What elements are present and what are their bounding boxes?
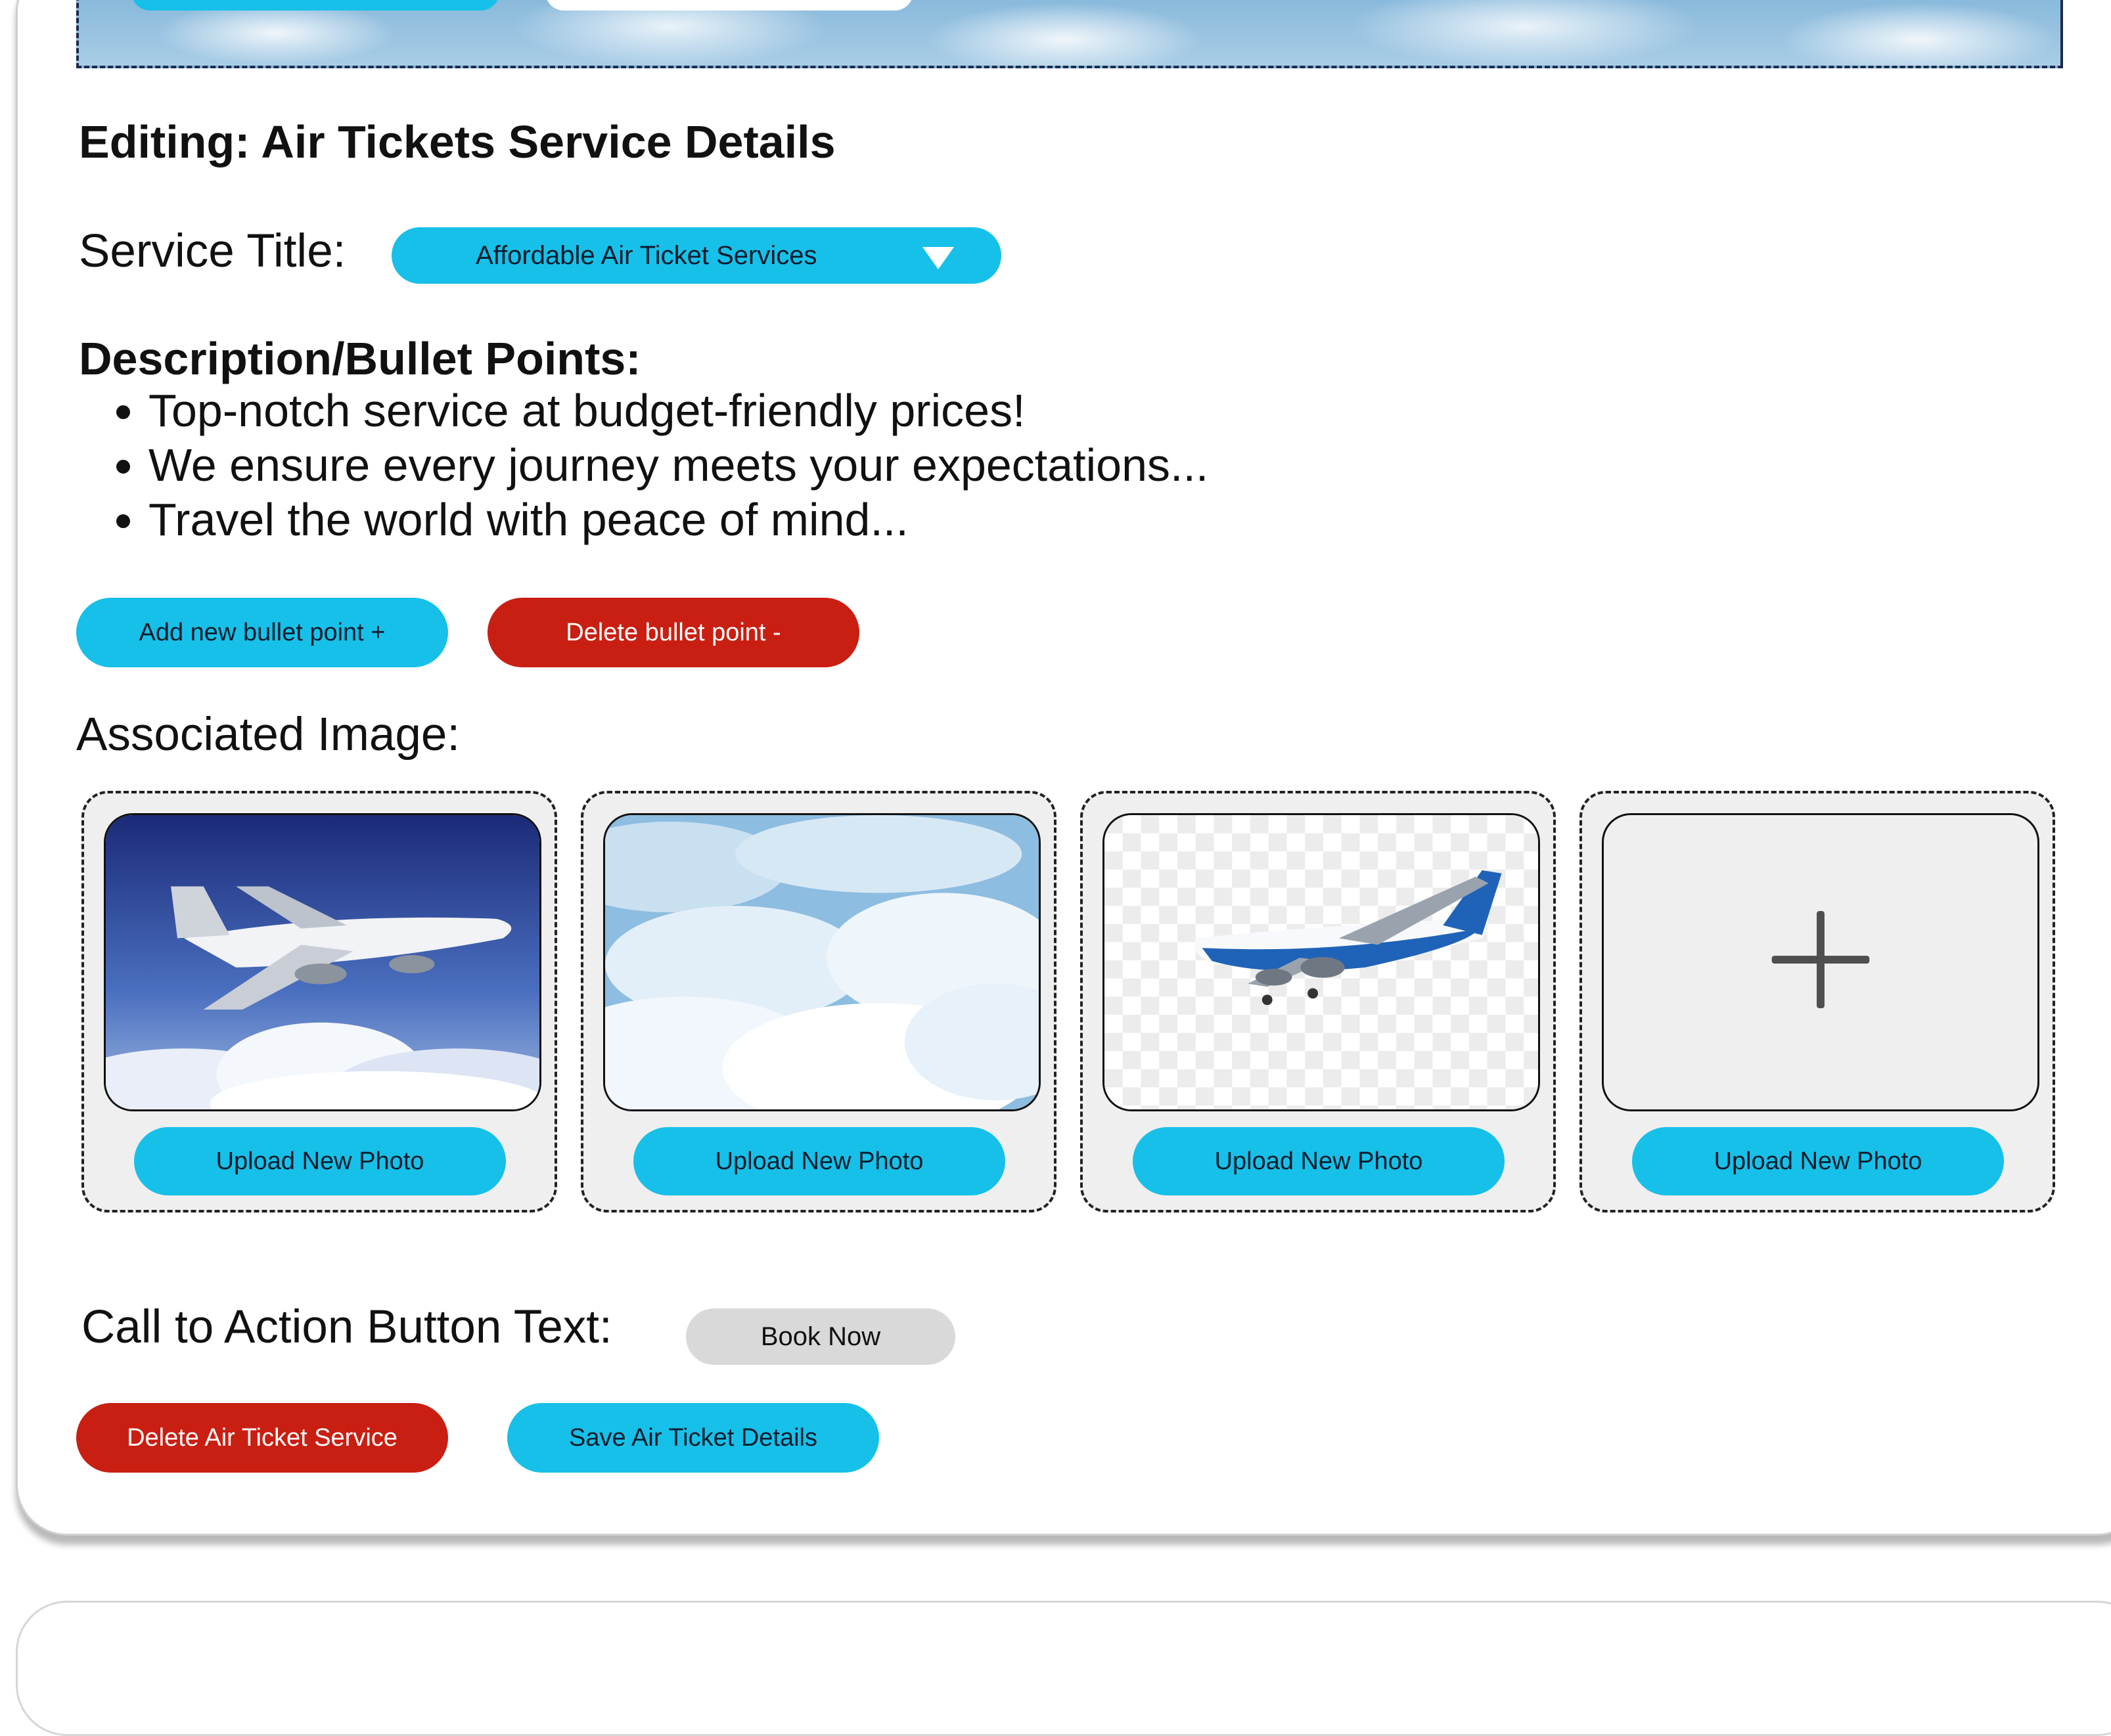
upload-photo-button[interactable]: Upload New Photo [1133,1127,1505,1195]
service-title-label: Service Title: [79,225,346,277]
banner-primary-button[interactable] [131,0,499,11]
list-item[interactable]: Travel the world with peace of mind... [148,493,1208,547]
save-service-button[interactable]: Save Air Ticket Details [507,1403,879,1473]
banner-secondary-button[interactable] [545,0,913,11]
image-slot: Upload New Photo [1080,791,1556,1213]
image-slot: Upload New Photo [581,791,1056,1213]
upload-photo-button[interactable]: Upload New Photo [134,1127,506,1195]
clouds-image[interactable] [603,813,1041,1111]
bullet-list: Top-notch service at budget-friendly pri… [79,384,1208,547]
upload-photo-button[interactable]: Upload New Photo [633,1127,1005,1195]
service-title-value: Affordable Air Ticket Services [476,240,817,270]
airplane-transparent-image[interactable] [1102,813,1540,1111]
service-title-dropdown[interactable]: Affordable Air Ticket Services [392,227,1001,284]
add-bullet-button[interactable]: Add new bullet point + [76,598,448,667]
next-card [16,1601,2111,1736]
page-title: Editing: Air Tickets Service Details [79,116,836,167]
add-image-placeholder[interactable] [1602,813,2039,1111]
list-item[interactable]: We ensure every journey meets your expec… [148,438,1208,493]
list-item[interactable]: Top-notch service at budget-friendly pri… [148,384,1208,438]
associated-image-label: Associated Image: [76,709,461,761]
cta-text-input[interactable]: Book Now [686,1308,955,1365]
cta-label: Call to Action Button Text: [81,1301,612,1353]
delete-service-button[interactable]: Delete Air Ticket Service [76,1403,448,1473]
description-label: Description/Bullet Points: [79,333,641,384]
chevron-down-icon [922,247,954,269]
plus-icon [1771,911,1870,1009]
upload-photo-button[interactable]: Upload New Photo [1632,1127,2004,1195]
image-slot: Upload New Photo [81,791,557,1213]
image-slot: Upload New Photo [1579,791,2055,1213]
delete-bullet-button[interactable]: Delete bullet point - [488,598,859,667]
airplane-over-clouds-image[interactable] [104,813,541,1111]
